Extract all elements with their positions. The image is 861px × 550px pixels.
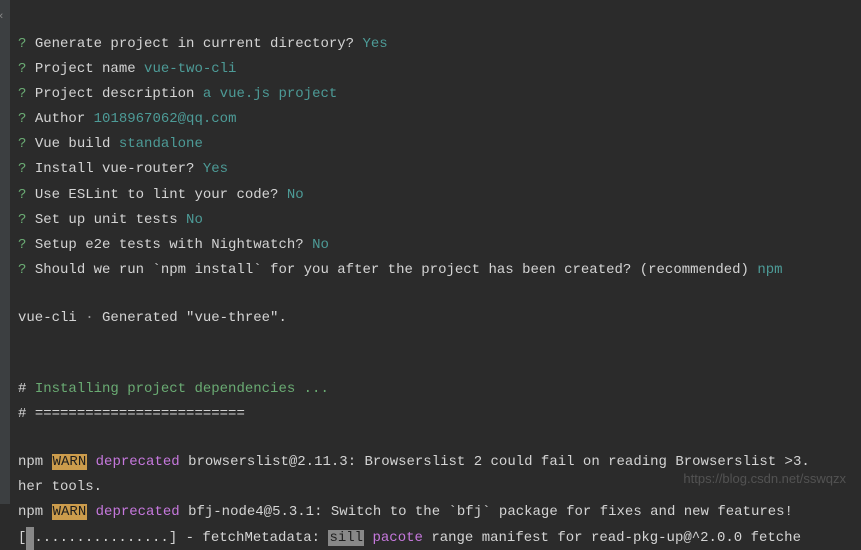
warn-badge: WARN	[52, 454, 88, 470]
prompt-marker: ?	[18, 237, 26, 253]
prompt-marker: ?	[18, 212, 26, 228]
prompt-marker: ?	[18, 161, 26, 177]
warn-badge: WARN	[52, 504, 88, 520]
prompt-answer: No	[186, 212, 203, 228]
prompt-answer: No	[312, 237, 329, 253]
editor-gutter: ‹	[0, 0, 10, 504]
prompt-marker: ?	[18, 86, 26, 102]
prompt-label: Project description	[35, 86, 203, 102]
prompt-line: ? Project description a vue.js project	[18, 81, 861, 106]
prompt-marker: ?	[18, 61, 26, 77]
deprecated-tag: deprecated	[96, 504, 180, 520]
prompt-label: Set up unit tests	[35, 212, 186, 228]
sill-badge: sill	[328, 530, 364, 546]
prompt-label: Should we run `npm install` for you afte…	[35, 262, 758, 278]
prompt-marker: ?	[18, 187, 26, 203]
prompt-marker: ?	[18, 36, 26, 52]
prompt-line: ? Should we run `npm install` for you af…	[18, 257, 861, 282]
prompt-answer: 1018967062@qq.com	[94, 111, 237, 127]
installing-label: Installing project dependencies ...	[35, 381, 329, 397]
prompt-marker: ?	[18, 111, 26, 127]
npm-prefix: npm	[18, 504, 43, 520]
progress-line: [ ................] - fetchMetadata: sil…	[18, 525, 861, 550]
prompt-answer: standalone	[119, 136, 203, 152]
prompt-label: Vue build	[35, 136, 119, 152]
prompt-label: Generate project in current directory?	[35, 36, 363, 52]
prompt-label: Setup e2e tests with Nightwatch?	[35, 237, 312, 253]
prompt-label: Author	[35, 111, 94, 127]
npm-prefix: npm	[18, 454, 43, 470]
prompt-line: ? Use ESLint to lint your code? No	[18, 182, 861, 207]
npm-message: bfj-node4@5.3.1: Switch to the `bfj` pac…	[188, 504, 793, 520]
prompt-label: Project name	[35, 61, 144, 77]
dot-separator: ·	[85, 310, 102, 326]
progress-bar: [ ................] - fetchMetadata:	[18, 530, 328, 546]
prompt-line: ? Setup e2e tests with Nightwatch? No	[18, 232, 861, 257]
prompt-marker: ?	[18, 136, 26, 152]
hash-marker: #	[18, 381, 26, 397]
prompt-line: ? Install vue-router? Yes	[18, 156, 861, 181]
installing-header: # Installing project dependencies ...	[18, 376, 861, 401]
prompt-line: ? Set up unit tests No	[18, 207, 861, 232]
divider-line: # =========================	[18, 401, 861, 426]
deprecated-tag: deprecated	[96, 454, 180, 470]
npm-message: her tools.	[18, 479, 102, 495]
prompt-answer: npm	[757, 262, 782, 278]
divider-text: =========================	[35, 406, 245, 422]
prompt-line: ? Project name vue-two-cli	[18, 56, 861, 81]
prompt-line: ? Generate project in current directory?…	[18, 31, 861, 56]
prompt-answer: vue-two-cli	[144, 61, 236, 77]
progress-text: range manifest for read-pkg-up@^2.0.0 fe…	[431, 530, 801, 546]
prompt-label: Install vue-router?	[35, 161, 203, 177]
generated-text: Generated "vue-three".	[102, 310, 287, 326]
prompt-line: ? Vue build standalone	[18, 131, 861, 156]
prompt-answer: a vue.js project	[203, 86, 337, 102]
prompt-line: ? Author 1018967062@qq.com	[18, 106, 861, 131]
pacote-tag: pacote	[372, 530, 422, 546]
generated-line: vue-cli · Generated "vue-three".	[18, 305, 861, 330]
prompt-answer: No	[287, 187, 304, 203]
watermark-text: https://blog.csdn.net/sswqzx	[683, 468, 846, 489]
generated-prefix: vue-cli	[18, 310, 77, 326]
gutter-marker: ‹	[0, 8, 5, 26]
prompt-answer: Yes	[203, 161, 228, 177]
prompt-label: Use ESLint to lint your code?	[35, 187, 287, 203]
npm-warn-line: npm WARN deprecated bfj-node4@5.3.1: Swi…	[18, 499, 861, 524]
hash-marker: #	[18, 406, 26, 422]
prompt-answer: Yes	[362, 36, 387, 52]
prompt-marker: ?	[18, 262, 26, 278]
